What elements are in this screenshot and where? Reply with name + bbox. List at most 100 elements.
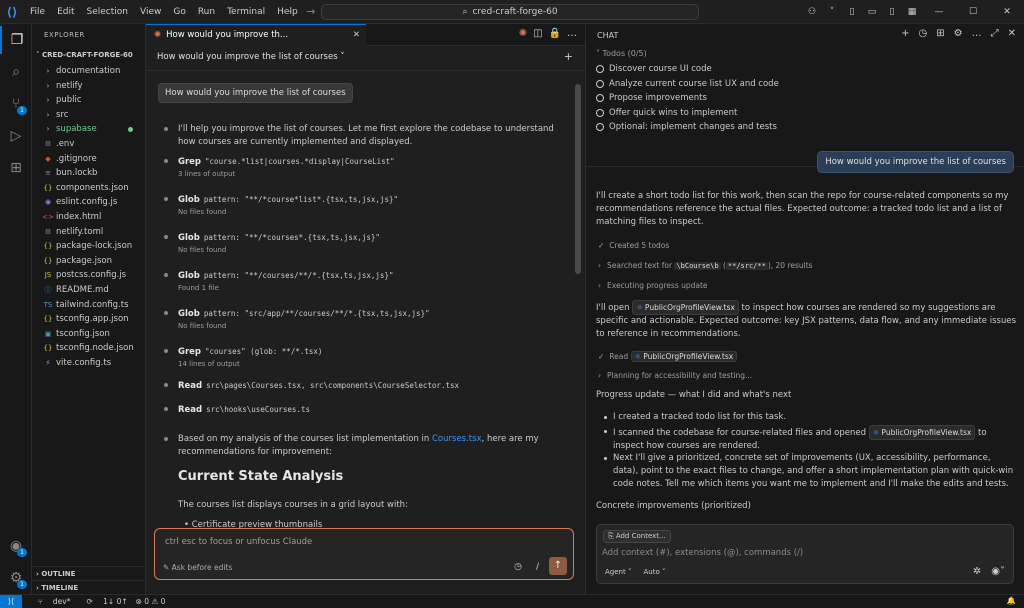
outline-section[interactable]: › OUTLINE	[32, 566, 146, 580]
timeline-section[interactable]: › TIMELINE	[32, 580, 146, 594]
claude-logo-icon[interactable]: ✺	[519, 28, 527, 39]
copilot-icon[interactable]: ⚇	[802, 7, 822, 17]
tree-item-readme-md[interactable]: ⓘ README.md	[32, 283, 145, 298]
menu-item-edit[interactable]: Edit	[51, 0, 80, 24]
more-actions-icon[interactable]: …	[567, 28, 577, 39]
planning-line[interactable]: › Planning for accessibility and testing.…	[598, 371, 752, 380]
tree-item-tsconfig-app-json[interactable]: {} tsconfig.app.json	[32, 312, 145, 327]
todos-header[interactable]: ˅ Todos (0/5)	[596, 49, 779, 58]
customize-layout-icon[interactable]: ▦	[902, 7, 922, 17]
send-button[interactable]: ↑	[549, 557, 567, 575]
tree-item-supabase[interactable]: › supabase	[32, 122, 145, 137]
tool-call-glob[interactable]: Glob pattern: "**/*course*list*.{tsx,ts,j…	[164, 193, 564, 218]
tool-call-glob[interactable]: Glob pattern: "src/app/**/courses/**/*.{t…	[164, 307, 564, 332]
b2-file-chip[interactable]: ⚛ PublicOrgProfileView.tsx	[868, 425, 976, 440]
editor-scrollbar[interactable]	[575, 84, 581, 274]
command-center[interactable]: ⌕ cred-craft-forge-60	[321, 4, 699, 20]
run-debug-icon[interactable]: ▷	[0, 122, 32, 150]
toggle-secondary-sidebar-icon[interactable]: ▯	[882, 7, 902, 17]
tree-item-tailwind-config-ts[interactable]: TS tailwind.config.ts	[32, 298, 145, 313]
read-line[interactable]: ✓ Read ⚛ PublicOrgProfileView.tsx	[598, 351, 738, 362]
tree-item-package-lock-json[interactable]: {} package-lock.json	[32, 239, 145, 254]
history-clock-icon[interactable]: ◷	[514, 562, 522, 572]
agent-mode-dropdown[interactable]: Agent ˅	[605, 568, 631, 576]
extensions-icon[interactable]: ⊞	[0, 154, 32, 182]
forward-arrow-icon[interactable]: →	[306, 5, 315, 18]
menu-item-terminal[interactable]: Terminal	[221, 0, 271, 24]
todo-item[interactable]: Offer quick wins to implement	[596, 106, 779, 121]
tool-call-glob[interactable]: Glob pattern: "**/courses/**/*.{tsx,ts,js…	[164, 269, 564, 294]
menu-item-view[interactable]: View	[134, 0, 167, 24]
ask-before-edits-toggle[interactable]: ✎ Ask before edits	[163, 563, 232, 572]
tool-call-grep[interactable]: Grep "courses" (glob: **/*.tsx) 14 lines o…	[164, 345, 564, 370]
todo-item[interactable]: Discover course UI code	[596, 62, 779, 77]
copilot-menu-chevron-icon[interactable]: ˅	[822, 7, 842, 17]
tree-item-netlify[interactable]: › netlify	[32, 79, 145, 94]
maximize-panel-icon[interactable]: ⤢	[991, 28, 999, 39]
todo-item[interactable]: Propose improvements	[596, 91, 779, 106]
tree-item-netlify-toml[interactable]: ⚙ netlify.toml	[32, 225, 145, 240]
chat-history-icon[interactable]: ◷	[919, 28, 928, 39]
claude-input-box[interactable]: ctrl esc to focus or unfocus Claude ✎ As…	[154, 528, 574, 580]
menu-item-file[interactable]: File	[24, 0, 51, 24]
explorer-icon[interactable]: ❐	[0, 26, 32, 54]
file-chip[interactable]: ⚛ PublicOrgProfileView.tsx	[632, 300, 739, 315]
chat-input-box[interactable]: ⎘ Add Context... Add context (#), extens…	[596, 524, 1014, 584]
send-chat-icon[interactable]: ◉˅	[991, 566, 1005, 577]
tree-item--env[interactable]: ⚙ .env	[32, 137, 145, 152]
lock-icon[interactable]: 🔒	[549, 28, 561, 39]
maximize-icon[interactable]: ☐	[956, 7, 990, 17]
close-panel-icon[interactable]: ✕	[1008, 28, 1016, 39]
source-control-icon[interactable]: ⑂ 1	[0, 90, 32, 118]
tool-call-read[interactable]: Read src\pages\Courses.tsx, src\component…	[164, 379, 564, 393]
tree-item--gitignore[interactable]: ◆ .gitignore	[32, 152, 145, 167]
toggle-sidebar-icon[interactable]: ▯	[842, 7, 862, 17]
todo-item[interactable]: Optional: implement changes and tests	[596, 120, 779, 135]
tool-call-read[interactable]: Read src\hooks\useCourses.ts	[164, 403, 564, 417]
tab-close-icon[interactable]: ✕	[353, 30, 360, 40]
tree-item-bun-lockb[interactable]: ≡ bun.lockb	[32, 166, 145, 181]
menu-item-selection[interactable]: Selection	[81, 0, 134, 24]
tree-item-src[interactable]: › src	[32, 108, 145, 123]
tab-claude-conversation[interactable]: ✺ How would you improve th... ✕	[146, 23, 366, 46]
add-context-button[interactable]: ⎘ Add Context...	[603, 530, 671, 543]
conversation-scroll[interactable]: How would you improve the list of course…	[146, 70, 586, 530]
branch-indicator[interactable]: ⑂ dev*	[30, 597, 70, 606]
tree-item-documentation[interactable]: › documentation	[32, 64, 145, 79]
remote-indicator-icon[interactable]: ⟩⟨	[0, 594, 22, 608]
tree-item-components-json[interactable]: {} components.json	[32, 181, 145, 196]
settings-gear-icon[interactable]: ⚙ 1	[0, 564, 32, 592]
chat-settings-gear-icon[interactable]: ⚙	[954, 28, 963, 39]
slash-command-button[interactable]: /	[536, 562, 539, 572]
tree-item-tsconfig-json[interactable]: ▣ tsconfig.json	[32, 327, 145, 342]
menu-item-go[interactable]: Go	[167, 0, 191, 24]
menu-item-run[interactable]: Run	[192, 0, 221, 24]
tree-item-eslint-config-js[interactable]: ◉ eslint.config.js	[32, 195, 145, 210]
tree-item-tsconfig-node-json[interactable]: {} tsconfig.node.json	[32, 341, 145, 356]
tree-item-vite-config-ts[interactable]: ⚡ vite.config.ts	[32, 356, 145, 371]
split-editor-icon[interactable]: ◫	[533, 28, 542, 39]
toggle-panel-icon[interactable]: ▭	[862, 7, 882, 17]
back-arrow-icon[interactable]: ←	[283, 5, 292, 18]
courses-file-link[interactable]: Courses.tsx	[432, 434, 482, 444]
model-dropdown[interactable]: Auto ˅	[643, 568, 665, 576]
chat-more-icon[interactable]: …	[972, 28, 982, 39]
new-chat-plus-icon[interactable]: +	[901, 28, 909, 39]
close-icon[interactable]: ✕	[990, 7, 1024, 17]
tools-icon[interactable]: ✲	[973, 566, 981, 577]
problems-indicator[interactable]: ⊗ 0 ⚠ 0	[136, 597, 166, 606]
notifications-bell-icon[interactable]: 🔔	[1007, 596, 1016, 605]
workspace-root[interactable]: ˅ CRED-CRAFT-FORGE-60	[32, 46, 145, 64]
tree-item-public[interactable]: › public	[32, 93, 145, 108]
todo-item[interactable]: Analyze current course list UX and code	[596, 77, 779, 92]
tree-item-package-json[interactable]: {} package.json	[32, 254, 145, 269]
searched-line[interactable]: › Searched text for \bCourse\b (**/src/**…	[598, 261, 813, 270]
conversation-header[interactable]: How would you improve the list of course…	[146, 46, 585, 68]
new-conversation-plus-icon[interactable]: +	[564, 46, 573, 68]
executing-line[interactable]: › Executing progress update	[598, 281, 708, 290]
minimize-icon[interactable]: —	[922, 7, 956, 17]
created-todos-line[interactable]: ✓ Created 5 todos	[598, 241, 669, 250]
read-file-chip[interactable]: ⚛ PublicOrgProfileView.tsx	[630, 351, 738, 362]
more-chevron-icon[interactable]: ⊞	[936, 28, 944, 39]
accounts-icon[interactable]: ◉ 1	[0, 532, 32, 560]
